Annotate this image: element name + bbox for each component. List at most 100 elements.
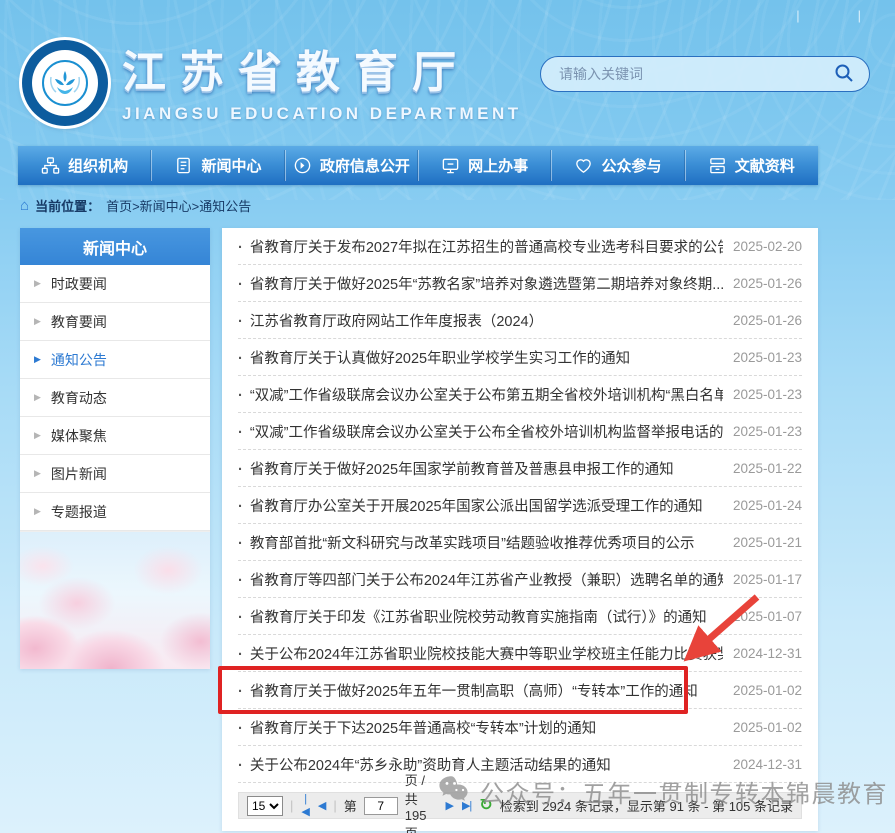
- page-suffix-label: 页 / 共 195 页: [405, 770, 438, 833]
- news-row: 省教育厅关于做好2025年“苏教名家”培养对象遴选暨第二期培养对象终期... 2…: [238, 265, 802, 302]
- news-date: 2025-01-23: [725, 387, 802, 402]
- next-page-button[interactable]: ▶: [445, 799, 454, 812]
- nav-item-label: 新闻中心: [201, 155, 261, 176]
- sidebar-item-label: 时政要闻: [51, 274, 107, 294]
- news-title-link[interactable]: 省教育厅关于做好2025年“苏教名家”培养对象遴选暨第二期培养对象终期...: [238, 273, 723, 294]
- news-panel: 省教育厅关于发布2027年拟在江苏招生的普通高校专业选考科目要求的公告 2025…: [222, 228, 818, 831]
- nav-item-label: 文献资料: [735, 155, 795, 176]
- news-title-link[interactable]: 省教育厅关于下达2025年普通高校“专转本”计划的通知: [238, 717, 596, 738]
- sidebar-menu-item[interactable]: ▶ 教育要闻: [20, 303, 210, 341]
- news-icon: [174, 156, 193, 175]
- news-title-link[interactable]: 省教育厅等四部门关于公布2024年江苏省产业教授（兼职）选聘名单的通知: [238, 569, 723, 590]
- breadcrumb-path[interactable]: 首页>新闻中心>通知公告: [106, 196, 251, 215]
- archives-icon: [708, 156, 727, 175]
- nav-item[interactable]: 公众参与: [551, 146, 684, 185]
- nav-item-label: 政府信息公开: [320, 155, 410, 176]
- logo-emblem-icon: [32, 50, 98, 116]
- nav-item[interactable]: 政府信息公开: [285, 146, 418, 185]
- site-header: 江苏省教育厅 JIANGSU EDUCATION DEPARTMENT: [0, 30, 895, 142]
- triangle-bullet-icon: ▶: [34, 354, 41, 365]
- search-input[interactable]: [559, 66, 831, 82]
- news-title-link[interactable]: 关于公布2024年江苏省职业院校技能大赛中等职业学校班主任能力比赛获奖: [238, 643, 723, 664]
- news-title-link[interactable]: 省教育厅办公室关于开展2025年国家公派出国留学选派受理工作的通知: [238, 495, 703, 516]
- news-date: 2025-01-23: [725, 350, 802, 365]
- triangle-bullet-icon: ▶: [34, 430, 41, 441]
- sidebar-menu-item[interactable]: ▶ 通知公告: [20, 341, 210, 379]
- sidebar-item-label: 教育要闻: [51, 312, 107, 332]
- sidebar-menu-item[interactable]: ▶ 教育动态: [20, 379, 210, 417]
- news-title-link[interactable]: 省教育厅关于印发《江苏省职业院校劳动教育实施指南（试行）》的通知: [238, 606, 707, 627]
- pager-divider: |: [290, 798, 293, 813]
- triangle-bullet-icon: ▶: [34, 506, 41, 517]
- last-page-button[interactable]: ▶|: [461, 799, 472, 812]
- page: | | 江苏省教育厅 JIANGSU EDUCATION DEPARTMENT: [0, 0, 895, 833]
- news-date: 2025-01-02: [725, 683, 802, 698]
- primary-nav: 组织机构 新闻中心 政府信息公开 网上办事 公众参与 文献资料: [18, 146, 818, 185]
- news-date: 2025-01-17: [725, 572, 802, 587]
- site-logo: [22, 40, 108, 126]
- nav-item[interactable]: 文献资料: [685, 146, 818, 185]
- news-row: 省教育厅关于发布2027年拟在江苏招生的普通高校专业选考科目要求的公告 2025…: [238, 228, 802, 265]
- nav-item-label: 网上办事: [468, 155, 528, 176]
- news-title-link[interactable]: 省教育厅关于做好2025年国家学前教育普及普惠县申报工作的通知: [238, 458, 674, 479]
- news-title-link[interactable]: “双减”工作省级联席会议办公室关于公布全省校外培训机构监督举报电话的公...: [238, 421, 723, 442]
- prev-page-button[interactable]: ◀: [317, 799, 326, 812]
- sidebar-item-label: 通知公告: [51, 350, 107, 370]
- nav-item[interactable]: 新闻中心: [151, 146, 284, 185]
- news-date: 2025-01-02: [725, 720, 802, 735]
- news-title-link[interactable]: 省教育厅关于做好2025年五年一贯制高职（高师）“专转本”工作的通知: [238, 680, 698, 701]
- news-row: 省教育厅等四部门关于公布2024年江苏省产业教授（兼职）选聘名单的通知 2025…: [238, 561, 802, 598]
- nav-item[interactable]: 网上办事: [418, 146, 551, 185]
- page-number-input[interactable]: [364, 797, 398, 815]
- news-title-link[interactable]: “双减”工作省级联席会议办公室关于公布第五期全省校外培训机构“黑白名单...: [238, 384, 723, 405]
- news-row: 省教育厅办公室关于开展2025年国家公派出国留学选派受理工作的通知 2025-0…: [238, 487, 802, 524]
- news-row: 关于公布2024年江苏省职业院校技能大赛中等职业学校班主任能力比赛获奖 2024…: [238, 635, 802, 672]
- sidebar-menu-item[interactable]: ▶ 媒体聚焦: [20, 417, 210, 455]
- sidebar-menu-item[interactable]: ▶ 图片新闻: [20, 455, 210, 493]
- info-disclosure-icon: [293, 156, 312, 175]
- sidebar-menu-item[interactable]: ▶ 时政要闻: [20, 265, 210, 303]
- results-summary: 检索到 2924 条记录，显示第 91 条 - 第 105 条记录: [500, 796, 793, 815]
- page-size-select[interactable]: 15: [247, 796, 283, 816]
- news-date: 2025-01-24: [725, 498, 802, 513]
- refresh-icon[interactable]: ↻: [479, 798, 492, 814]
- news-title-link[interactable]: 江苏省教育厅政府网站工作年度报表（2024）: [238, 310, 543, 331]
- triangle-bullet-icon: ▶: [34, 278, 41, 289]
- news-row: 省教育厅关于印发《江苏省职业院校劳动教育实施指南（试行）》的通知 2025-01…: [238, 598, 802, 635]
- search-button[interactable]: [831, 61, 857, 87]
- news-list: 省教育厅关于发布2027年拟在江苏招生的普通高校专业选考科目要求的公告 2025…: [222, 228, 818, 783]
- news-date: 2025-02-20: [725, 239, 802, 254]
- news-date: 2024-12-31: [725, 646, 802, 661]
- site-title-block: 江苏省教育厅 JIANGSU EDUCATION DEPARTMENT: [122, 36, 522, 124]
- nav-item-label: 公众参与: [601, 155, 661, 176]
- news-row: 江苏省教育厅政府网站工作年度报表（2024） 2025-01-26: [238, 302, 802, 339]
- site-title: 江苏省教育厅: [122, 36, 522, 100]
- news-title-link[interactable]: 教育部首批“新文科研究与改革实践项目”结题验收推荐优秀项目的公示: [238, 532, 695, 553]
- online-service-icon: [441, 156, 460, 175]
- news-row: 教育部首批“新文科研究与改革实践项目”结题验收推荐优秀项目的公示 2025-01…: [238, 524, 802, 561]
- news-row: “双减”工作省级联席会议办公室关于公布第五期全省校外培训机构“黑白名单... 2…: [238, 376, 802, 413]
- first-page-button[interactable]: |◀: [300, 793, 309, 818]
- sidebar-item-label: 媒体聚焦: [51, 426, 107, 446]
- news-date: 2025-01-22: [725, 461, 802, 476]
- sidebar-menu-item[interactable]: ▶ 专题报道: [20, 493, 210, 531]
- search-icon: [833, 62, 855, 87]
- pager-divider: |: [333, 798, 336, 813]
- sidebar: 新闻中心 ▶ 时政要闻 ▶ 教育要闻 ▶ 通知公告 ▶ 教育动态 ▶ 媒体聚焦: [20, 228, 210, 669]
- news-date: 2024-12-31: [725, 757, 802, 772]
- news-date: 2025-01-07: [725, 609, 802, 624]
- heart-icon: [574, 156, 593, 175]
- triangle-bullet-icon: ▶: [34, 468, 41, 479]
- news-title-link[interactable]: 省教育厅关于认真做好2025年职业学校学生实习工作的通知: [238, 347, 630, 368]
- sidebar-item-label: 教育动态: [51, 388, 107, 408]
- news-row: 省教育厅关于做好2025年五年一贯制高职（高师）“专转本”工作的通知 2025-…: [238, 672, 802, 709]
- search-box: [540, 56, 870, 92]
- news-title-link[interactable]: 省教育厅关于发布2027年拟在江苏招生的普通高校专业选考科目要求的公告: [238, 236, 723, 257]
- sidebar-flower-image: [20, 531, 210, 669]
- sidebar-menu: ▶ 时政要闻 ▶ 教育要闻 ▶ 通知公告 ▶ 教育动态 ▶ 媒体聚焦 ▶ 图片新…: [20, 265, 210, 531]
- news-date: 2025-01-23: [725, 424, 802, 439]
- nav-item[interactable]: 组织机构: [18, 146, 151, 185]
- news-row: 省教育厅关于下达2025年普通高校“专转本”计划的通知 2025-01-02: [238, 709, 802, 746]
- sidebar-item-label: 图片新闻: [51, 464, 107, 484]
- breadcrumb: ⌂ 当前位置： 首页>新闻中心>通知公告: [20, 196, 251, 215]
